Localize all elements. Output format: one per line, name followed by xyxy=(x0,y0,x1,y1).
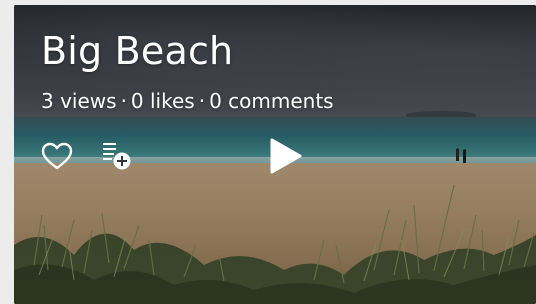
comment-count: 0 comments xyxy=(209,89,334,113)
play-icon xyxy=(270,138,302,174)
video-title[interactable]: Big Beach xyxy=(41,30,233,73)
playlist-add-icon xyxy=(103,143,131,170)
view-count: 3 views xyxy=(41,89,117,113)
video-card[interactable]: Big Beach 3 views · 0 likes · 0 comments xyxy=(14,5,536,304)
like-button[interactable] xyxy=(40,141,74,171)
stats-separator: · xyxy=(198,89,206,113)
heart-outline-icon xyxy=(41,142,73,170)
page-background: Big Beach 3 views · 0 likes · 0 comments xyxy=(0,0,536,304)
add-to-playlist-button[interactable] xyxy=(100,140,134,172)
video-stats: 3 views · 0 likes · 0 comments xyxy=(41,89,334,113)
like-count: 0 likes xyxy=(130,89,195,113)
play-button[interactable] xyxy=(264,135,306,177)
stats-separator: · xyxy=(120,89,127,113)
